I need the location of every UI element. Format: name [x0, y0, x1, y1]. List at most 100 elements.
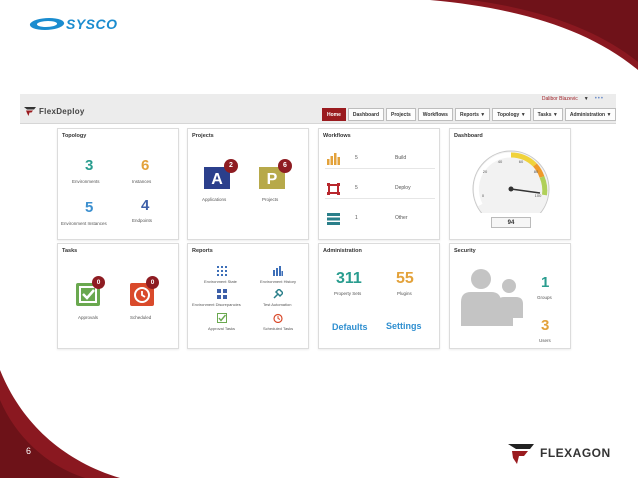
users-label[interactable]: Users [539, 338, 551, 343]
workflow-row-other[interactable]: 1 Other [325, 209, 435, 229]
top-bar: FlexDeploy Dalibor Blazevic ▼ ••• Home D… [20, 94, 617, 124]
report-scheduled-tasks[interactable]: Scheduled Tasks [263, 326, 293, 331]
report-environment-discrepancies[interactable]: Environment Discrepancies [192, 302, 241, 307]
approvals-badge: 0 [92, 276, 105, 289]
instances-count[interactable]: 6 [141, 157, 149, 174]
nav-reports[interactable]: Reports ▼ [454, 108, 491, 121]
more-options-icon[interactable]: ••• [595, 96, 604, 102]
gauge-tick-80: 80 [534, 169, 539, 174]
deploy-count: 5 [355, 185, 358, 191]
nav-home[interactable]: Home [322, 108, 346, 121]
plugins-count[interactable]: 55 [396, 270, 414, 288]
report-environment-state[interactable]: Environment State [204, 279, 237, 284]
flexdeploy-logo-text: FlexDeploy [39, 107, 85, 116]
environments-label[interactable]: Environments [72, 179, 100, 184]
other-label: Other [395, 215, 408, 221]
projects-title: Projects [192, 133, 214, 139]
administration-title: Administration [323, 248, 362, 254]
flexdeploy-logo[interactable]: FlexDeploy [24, 107, 85, 116]
property-sets-label[interactable]: Property Sets [334, 291, 361, 296]
other-count: 1 [355, 215, 358, 221]
environment-discrepancies-icon[interactable] [217, 289, 227, 299]
main-nav: Home Dashboard Projects Workflows Report… [322, 108, 617, 121]
build-count: 5 [355, 155, 358, 161]
page-number: 6 [26, 446, 32, 456]
property-sets-count[interactable]: 311 [336, 270, 362, 288]
dashboard-title: Dashboard [454, 133, 483, 139]
environment-state-icon[interactable] [217, 266, 227, 276]
build-label: Build [395, 155, 407, 161]
dashboard-panel: Dashboard 0 20 40 60 80 100 94 [449, 128, 571, 240]
sysco-logo-text: SYSCO [66, 16, 118, 32]
projects-badge: 6 [278, 159, 292, 173]
plugins-label[interactable]: Plugins [397, 291, 412, 296]
test-automation-icon[interactable] [273, 289, 283, 299]
user-name[interactable]: Dalibor Blazevic [542, 96, 578, 102]
security-panel: Security 1 Groups 3 Users [449, 243, 571, 349]
workflows-title: Workflows [323, 133, 351, 139]
groups-count[interactable]: 1 [541, 274, 549, 291]
environment-history-icon[interactable] [273, 266, 283, 276]
settings-link[interactable]: Settings [386, 321, 422, 331]
user-caret-icon[interactable]: ▼ [584, 96, 589, 102]
environment-instances-count[interactable]: 5 [85, 199, 93, 216]
users-silhouette-icon [461, 269, 523, 326]
gauge-tick-100: 100 [535, 193, 542, 198]
endpoints-count[interactable]: 4 [141, 197, 149, 214]
gauge-tick-40: 40 [498, 159, 503, 164]
environments-count[interactable]: 3 [85, 157, 93, 174]
approval-tasks-icon[interactable] [217, 313, 227, 323]
nav-dashboard[interactable]: Dashboard [347, 108, 385, 121]
topology-panel: Topology 3 Environments 6 Instances 5 En… [57, 128, 179, 240]
report-environment-history[interactable]: Environment History [260, 279, 296, 284]
sysco-globe-icon [27, 18, 67, 30]
projects-panel: Projects A 2 Applications P 6 Projects [187, 128, 309, 240]
nav-administration[interactable]: Administration ▼ [564, 108, 617, 121]
endpoints-label[interactable]: Endpoints [132, 218, 152, 223]
gauge-tick-20: 20 [483, 169, 488, 174]
gauge-tick-60: 60 [519, 159, 524, 164]
users-count[interactable]: 3 [541, 317, 549, 334]
applications-badge: 2 [224, 159, 238, 173]
projects-label[interactable]: Projects [262, 197, 278, 202]
groups-label[interactable]: Groups [537, 295, 552, 300]
nav-tasks[interactable]: Tasks ▼ [532, 108, 563, 121]
workflow-row-build[interactable]: 5 Build [325, 149, 435, 169]
environment-instances-label[interactable]: Environment Instances [61, 221, 107, 226]
report-approval-tasks[interactable]: Approval Tasks [208, 326, 235, 331]
reports-panel: Reports Environment State Environment Hi… [187, 243, 309, 349]
deploy-icon [327, 183, 340, 195]
administration-panel: Administration 311 Property Sets 55 Plug… [318, 243, 440, 349]
gauge-value: 94 [491, 217, 531, 228]
nav-topology[interactable]: Topology ▼ [492, 108, 531, 121]
flexagon-logo: FLEXAGON [506, 440, 611, 466]
security-title: Security [454, 248, 476, 254]
scheduled-tasks-icon[interactable] [273, 313, 283, 323]
top-swoosh-decoration [430, 0, 638, 70]
approvals-label[interactable]: Approvals [78, 315, 98, 320]
instances-label[interactable]: Instances [132, 179, 151, 184]
workflows-panel: Workflows 5 Build 5 Deploy 1 Other [318, 128, 440, 240]
nav-workflows[interactable]: Workflows [417, 108, 453, 121]
sysco-logo: SYSCO [27, 16, 118, 32]
tasks-title: Tasks [62, 248, 78, 254]
scheduled-badge: 0 [146, 276, 159, 289]
applications-label[interactable]: Applications [202, 197, 226, 202]
svg-text:A: A [211, 171, 223, 188]
tasks-panel: Tasks 0 Approvals 0 Scheduled [57, 243, 179, 349]
report-test-automation[interactable]: Test Automation [263, 302, 291, 307]
scheduled-label[interactable]: Scheduled [130, 315, 151, 320]
flexagon-mark-icon [508, 444, 534, 464]
flexdeploy-mark-icon [24, 107, 36, 116]
other-icon [327, 213, 340, 225]
flexdeploy-app: FlexDeploy Dalibor Blazevic ▼ ••• Home D… [20, 94, 617, 354]
user-menu[interactable]: Dalibor Blazevic ▼ ••• [542, 96, 604, 102]
build-icon [327, 153, 340, 165]
nav-projects[interactable]: Projects [386, 108, 416, 121]
svg-text:P: P [267, 171, 278, 188]
dashboard-gauge[interactable]: 0 20 40 60 80 100 [468, 143, 554, 213]
defaults-link[interactable]: Defaults [332, 322, 368, 332]
topology-title: Topology [62, 133, 87, 139]
flexagon-logo-text: FLEXAGON [540, 446, 611, 460]
workflow-row-deploy[interactable]: 5 Deploy [325, 179, 435, 199]
